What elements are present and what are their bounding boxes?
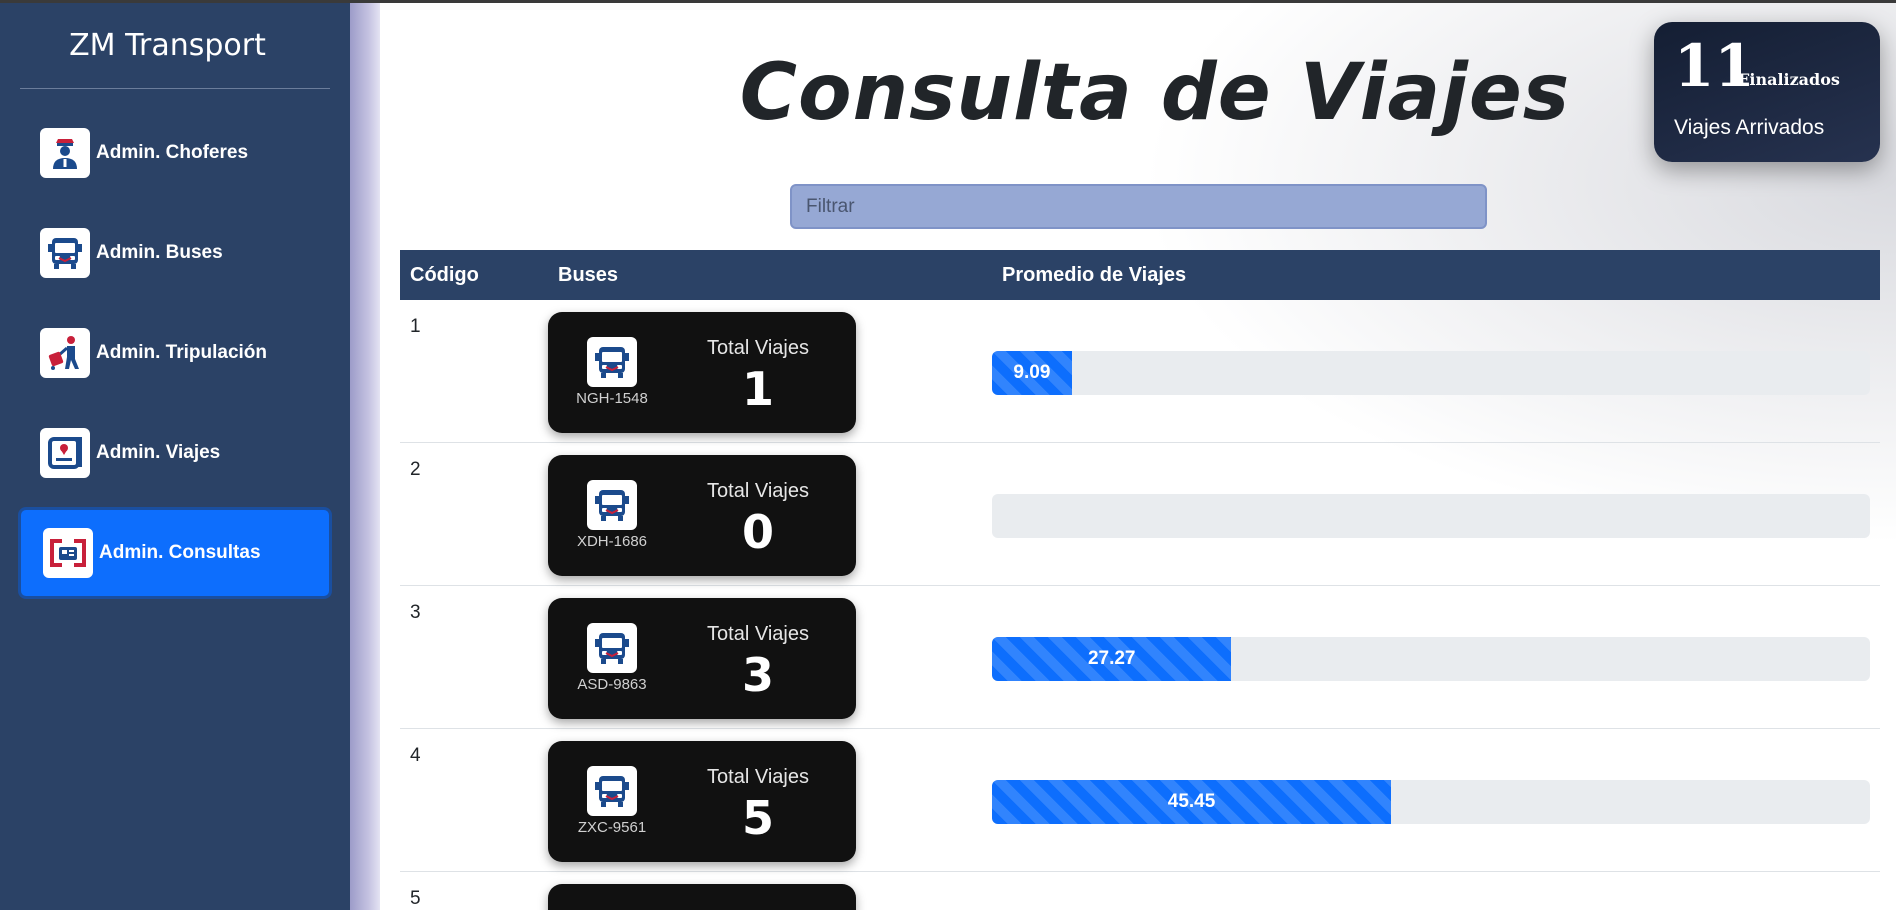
sidebar-item-label: Admin. Buses <box>96 242 223 263</box>
sidebar-item-consultas[interactable]: Admin. Consultas <box>18 507 332 599</box>
window-top-border <box>0 0 1896 3</box>
trips-table: Código Buses Promedio de Viajes 1 NGH-15… <box>400 250 1880 910</box>
average-progress-bar: 27.27 <box>992 637 1232 681</box>
bus-icon <box>40 228 90 278</box>
brand-title: ZM Transport <box>69 28 266 63</box>
row-code: 2 <box>410 459 421 480</box>
row-code: 5 <box>410 888 421 909</box>
sidebar-item-tripulacion[interactable]: Admin. Tripulación <box>18 307 332 399</box>
bus-plate: XDH-1686 <box>576 533 648 550</box>
total-trips-value: 3 <box>741 648 774 702</box>
bus-plate: NGH-1548 <box>576 390 648 407</box>
total-trips-value: 1 <box>741 362 774 416</box>
average-progress: 45.45 <box>992 780 1870 824</box>
table-row: 2 XDH-1686 Total Viajes 0 <box>400 443 1880 586</box>
bus-card: ASD-9863 Total Viajes 3 <box>548 598 856 719</box>
table-row: 4 ZXC-9561 Total Viajes 5 45.45 <box>400 729 1880 872</box>
average-progress: 9.09 <box>992 351 1870 395</box>
row-code: 4 <box>410 745 421 766</box>
table-header: Código Buses Promedio de Viajes <box>400 250 1880 300</box>
page-title: Consulta de Viajes <box>739 48 1571 138</box>
finished-label: Finalizados <box>1738 70 1840 89</box>
table-row: 3 ASD-9863 Total Viajes 3 27.27 <box>400 586 1880 729</box>
average-progress <box>992 494 1870 538</box>
total-trips-label: Total Viajes <box>707 480 809 502</box>
bus-card: NGH-1548 Total Viajes 1 <box>548 312 856 433</box>
sidebar-nav: Admin. Choferes Admin. Buses Admin. Trip… <box>18 107 332 607</box>
average-progress: 27.27 <box>992 637 1870 681</box>
sidebar-item-label: Admin. Consultas <box>99 542 261 563</box>
sidebar-item-label: Admin. Tripulación <box>96 342 268 363</box>
finished-count: 11 <box>1674 32 1755 100</box>
bus-card <box>548 884 856 910</box>
total-trips-value: 0 <box>741 505 774 559</box>
total-trips-label: Total Viajes <box>707 623 809 645</box>
table-row: 5 <box>400 872 1880 910</box>
bus-plate: ZXC-9561 <box>577 819 647 836</box>
crew-icon <box>40 328 90 378</box>
bus-icon <box>587 766 637 816</box>
table-row: 1 NGH-1548 Total Viajes 1 9.09 <box>400 300 1880 443</box>
total-trips-label: Total Viajes <box>707 766 809 788</box>
brand-divider <box>20 88 330 89</box>
header-buses: Buses <box>558 263 619 286</box>
sidebar-item-label: Admin. Viajes <box>96 442 221 463</box>
trips-icon <box>40 428 90 478</box>
bus-icon <box>587 337 637 387</box>
header-average: Promedio de Viajes <box>1002 263 1187 286</box>
bus-icon <box>587 480 637 530</box>
total-trips-label: Total Viajes <box>707 337 809 359</box>
sidebar-item-choferes[interactable]: Admin. Choferes <box>18 107 332 199</box>
arrived-trips-label: Viajes Arrivados <box>1674 116 1825 139</box>
header-code: Código <box>410 263 479 286</box>
average-progress-bar: 9.09 <box>992 351 1072 395</box>
bus-icon <box>587 623 637 673</box>
sidebar: ZM Transport Admin. Choferes Admin. Buse… <box>0 0 350 910</box>
total-trips-value: 5 <box>741 791 774 845</box>
bus-card: ZXC-9561 Total Viajes 5 <box>548 741 856 862</box>
bus-plate: ASD-9863 <box>577 676 647 693</box>
row-code: 1 <box>410 316 421 337</box>
queries-icon <box>43 528 93 578</box>
filter-input[interactable] <box>790 184 1487 229</box>
bus-card: XDH-1686 Total Viajes 0 <box>548 455 856 576</box>
page-scroll-strip <box>350 0 380 910</box>
driver-icon <box>40 128 90 178</box>
sidebar-item-viajes[interactable]: Admin. Viajes <box>18 407 332 499</box>
average-progress-bar: 45.45 <box>992 780 1392 824</box>
row-code: 3 <box>410 602 421 623</box>
sidebar-item-label: Admin. Choferes <box>96 142 249 163</box>
main-content: Consulta de Viajes 11 Finalizados Viajes… <box>380 0 1896 910</box>
finished-trips-card: 11 Finalizados Viajes Arrivados <box>1654 22 1880 162</box>
sidebar-item-buses[interactable]: Admin. Buses <box>18 207 332 299</box>
